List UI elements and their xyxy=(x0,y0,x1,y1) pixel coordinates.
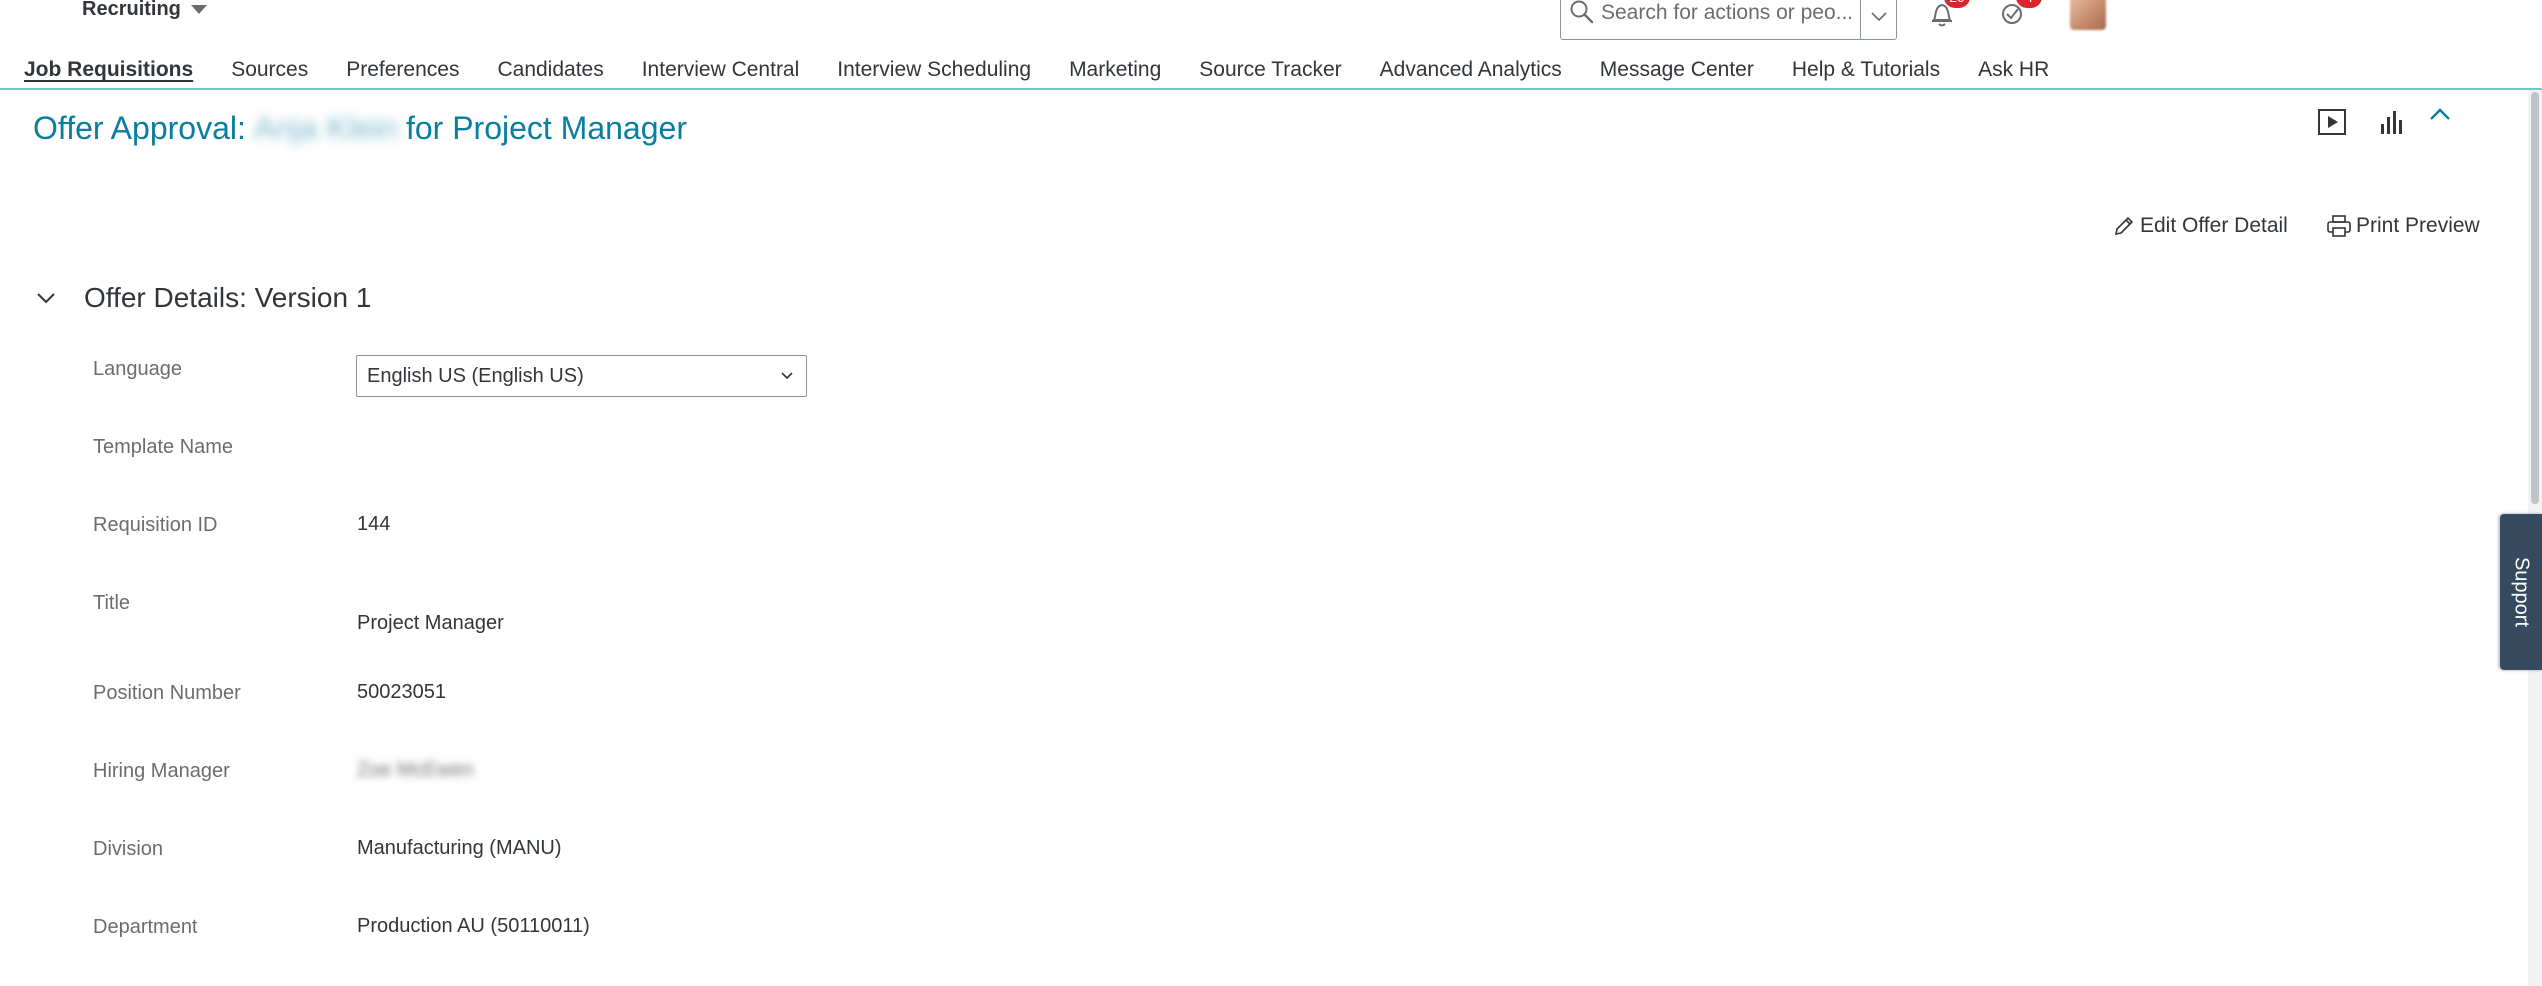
shell-bar: Recruiting 20 4 xyxy=(0,0,2542,40)
edit-offer-detail-label: Edit Offer Detail xyxy=(2140,214,2288,237)
nav-item[interactable]: Ask HR xyxy=(1978,58,2049,82)
top-navigation: Job Requisitions Sources Preferences Candid… xyxy=(0,50,2542,90)
nav-item[interactable]: Source Tracker xyxy=(1199,58,1341,82)
support-label: Support xyxy=(2510,556,2533,628)
nav-item[interactable]: Message Center xyxy=(1600,58,1754,82)
template-name-label: Template Name xyxy=(93,436,234,458)
user-avatar[interactable] xyxy=(2070,0,2106,30)
todo-button[interactable]: 4 xyxy=(1994,0,2042,34)
nav-item[interactable]: Help & Tutorials xyxy=(1792,58,1940,82)
page-title-suffix: for Project Manager xyxy=(405,110,687,146)
support-tab[interactable]: Support xyxy=(2500,514,2542,670)
search-scope-dropdown[interactable] xyxy=(1860,0,1896,39)
position-number-value: 50023051 xyxy=(357,681,446,703)
bar-chart-icon xyxy=(2381,111,2402,134)
print-preview-label: Print Preview xyxy=(2356,214,2480,237)
title-label: Title xyxy=(93,592,131,614)
nav-item[interactable]: Advanced Analytics xyxy=(1380,58,1562,82)
requisition-id-value: 144 xyxy=(357,513,391,535)
chevron-down-icon xyxy=(781,372,793,380)
caret-down-icon xyxy=(190,5,207,14)
pencil-icon xyxy=(2114,216,2134,236)
nav-item[interactable]: Sources xyxy=(231,58,308,82)
nav-item[interactable]: Job Requisitions xyxy=(24,58,193,82)
global-search xyxy=(1560,0,1897,40)
notifications-button[interactable]: 20 xyxy=(1922,0,1970,34)
nav-list: Job Requisitions Sources Preferences Candid… xyxy=(24,58,2087,82)
section-title: Offer Details: Version 1 xyxy=(84,282,372,313)
requisition-id-label: Requisition ID xyxy=(93,514,218,536)
chevron-down-icon xyxy=(1870,12,1887,22)
search-icon xyxy=(1570,0,1594,24)
module-switcher[interactable]: Recruiting xyxy=(82,0,207,21)
department-value: Production AU (50110011) xyxy=(357,915,590,937)
nav-item[interactable]: Marketing xyxy=(1069,58,1161,82)
division-value: Manufacturing (MANU) xyxy=(357,837,562,859)
section-collapse-toggle[interactable] xyxy=(34,286,58,310)
hiring-manager-value: Zoe McEwen xyxy=(357,759,474,781)
collapse-header-button[interactable] xyxy=(2422,96,2458,132)
chevron-down-icon xyxy=(37,293,55,304)
edit-offer-detail-button[interactable]: Edit Offer Detail xyxy=(2112,214,2288,238)
page-title-prefix: Offer Approval: xyxy=(33,110,246,146)
module-name: Recruiting xyxy=(82,0,181,20)
analytics-button[interactable] xyxy=(2374,104,2410,140)
nav-item[interactable]: Preferences xyxy=(346,58,459,82)
title-value: Project Manager xyxy=(357,612,504,634)
hiring-manager-label: Hiring Manager xyxy=(93,760,230,782)
chevron-up-icon xyxy=(2430,108,2450,120)
scrollbar-thumb[interactable] xyxy=(2531,92,2539,504)
position-number-label: Position Number xyxy=(93,682,241,704)
nav-item[interactable]: Candidates xyxy=(497,58,603,82)
search-input[interactable] xyxy=(1601,0,1851,27)
division-label: Division xyxy=(93,838,164,860)
language-select-value: English US (English US) xyxy=(367,365,584,387)
language-select[interactable]: English US (English US) xyxy=(356,355,807,397)
play-icon xyxy=(2318,109,2346,135)
play-button[interactable] xyxy=(2314,104,2350,140)
language-label: Language xyxy=(93,358,182,380)
printer-icon xyxy=(2327,215,2351,237)
department-label: Department xyxy=(93,916,198,938)
print-preview-button[interactable]: Print Preview xyxy=(2326,214,2480,238)
candidate-name: Anja Klein xyxy=(253,110,398,146)
nav-item[interactable]: Interview Central xyxy=(642,58,800,82)
page-title: Offer Approval: Anja Klein for Project Man… xyxy=(33,110,687,147)
nav-item[interactable]: Interview Scheduling xyxy=(837,58,1031,82)
